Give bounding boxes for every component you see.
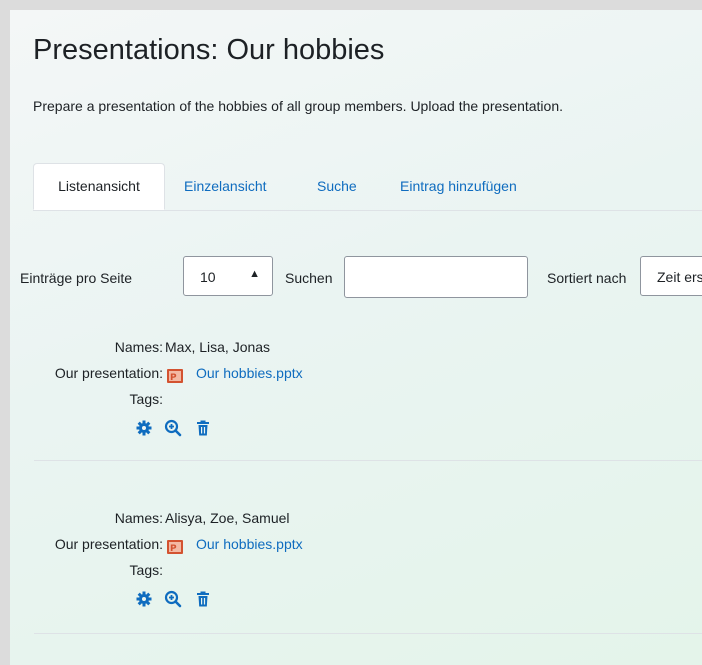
- entry-actions: [135, 419, 215, 439]
- presentation-label: Our presentation:: [54, 536, 163, 552]
- presentation-label: Our presentation:: [54, 365, 163, 381]
- tab-bar: Listenansicht Einzelansicht Suche Eintra…: [33, 163, 702, 211]
- tags-label: Tags:: [129, 562, 163, 578]
- select-arrows-icon: ▲︎: [249, 268, 260, 280]
- page-title: Presentations: Our hobbies: [33, 34, 385, 66]
- presentation-file-link[interactable]: Our hobbies.pptx: [196, 536, 303, 552]
- search-label: Suchen: [285, 270, 333, 286]
- powerpoint-file-icon: P: [167, 540, 183, 554]
- cog-icon[interactable]: [135, 590, 153, 608]
- entry-1: Names: Max, Lisa, Jonas Our presentation…: [10, 339, 702, 459]
- sort-label: Sortiert nach: [547, 270, 627, 286]
- cog-icon[interactable]: [135, 419, 153, 437]
- entry-actions: [135, 590, 215, 610]
- presentation-file-link[interactable]: Our hobbies.pptx: [196, 365, 303, 381]
- search-input[interactable]: [344, 256, 528, 298]
- names-value: Max, Lisa, Jonas: [165, 339, 271, 355]
- sort-value: Zeit erstellt: [657, 269, 702, 285]
- main-panel: Presentations: Our hobbies Prepare a pre…: [10, 10, 702, 665]
- tab-listenansicht[interactable]: Listenansicht: [33, 163, 165, 210]
- powerpoint-file-icon: P: [167, 369, 183, 383]
- entry-2: Names: Alisya, Zoe, Samuel Our presentat…: [10, 510, 702, 630]
- tags-label: Tags:: [129, 391, 163, 407]
- list-controls: Einträge pro Seite 10 ▲︎ Suchen Sortiert…: [20, 255, 702, 305]
- tab-einzelansicht[interactable]: Einzelansicht: [184, 163, 267, 210]
- zoom-in-icon[interactable]: [164, 419, 182, 437]
- names-label: Names:: [114, 339, 163, 355]
- activity-description: Prepare a presentation of the hobbies of…: [33, 98, 563, 114]
- svg-text:P: P: [170, 544, 177, 554]
- entry-divider: [34, 633, 702, 634]
- entry-divider: [34, 460, 702, 461]
- names-value: Alisya, Zoe, Samuel: [165, 510, 290, 526]
- per-page-value: 10: [200, 269, 216, 285]
- sort-select[interactable]: Zeit erstellt: [640, 256, 702, 296]
- tab-suche[interactable]: Suche: [317, 163, 357, 210]
- tab-eintrag-hinzufuegen[interactable]: Eintrag hinzufügen: [400, 163, 517, 210]
- svg-text:P: P: [170, 373, 177, 383]
- trash-icon[interactable]: [194, 590, 212, 608]
- per-page-label: Einträge pro Seite: [20, 270, 133, 286]
- trash-icon[interactable]: [194, 419, 212, 437]
- zoom-in-icon[interactable]: [164, 590, 182, 608]
- per-page-select[interactable]: 10 ▲︎: [183, 256, 273, 296]
- names-label: Names:: [114, 510, 163, 526]
